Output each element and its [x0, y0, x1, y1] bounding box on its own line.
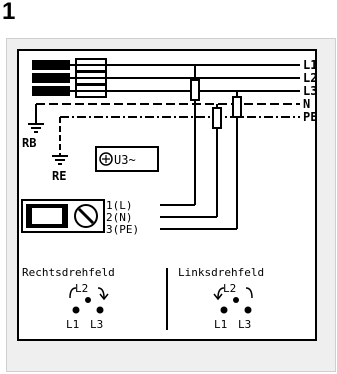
source-block: [32, 60, 70, 96]
bus-labels: L1 L2 L3 N PE: [303, 58, 317, 124]
label-pe: PE: [303, 110, 317, 124]
phase-top: L2: [75, 282, 88, 295]
label-n: N: [303, 97, 310, 111]
phase-left: L1: [66, 318, 79, 331]
phase-left: L1: [214, 318, 227, 331]
label-l2: L2: [303, 71, 317, 85]
phase-right: L3: [238, 318, 251, 331]
test-symbol: U3~: [95, 146, 159, 172]
meter-device: [21, 199, 105, 233]
wiring-diagram: L1 L2 L3 N PE RB RE U3~ 1(L) 2(N) 3(PE) …: [17, 49, 317, 341]
label-rb: RB: [22, 136, 36, 150]
field-title: Linksdrehfeld: [178, 266, 264, 279]
field-title: Rechtsdrehfeld: [22, 266, 115, 279]
label-re: RE: [52, 169, 66, 183]
terminal-3: 3(PE): [106, 223, 139, 236]
test-symbol-label: U3~: [114, 153, 136, 167]
label-l1: L1: [303, 58, 317, 72]
label-l3: L3: [303, 84, 317, 98]
phase-top: L2: [223, 282, 236, 295]
phase-right: L3: [90, 318, 103, 331]
